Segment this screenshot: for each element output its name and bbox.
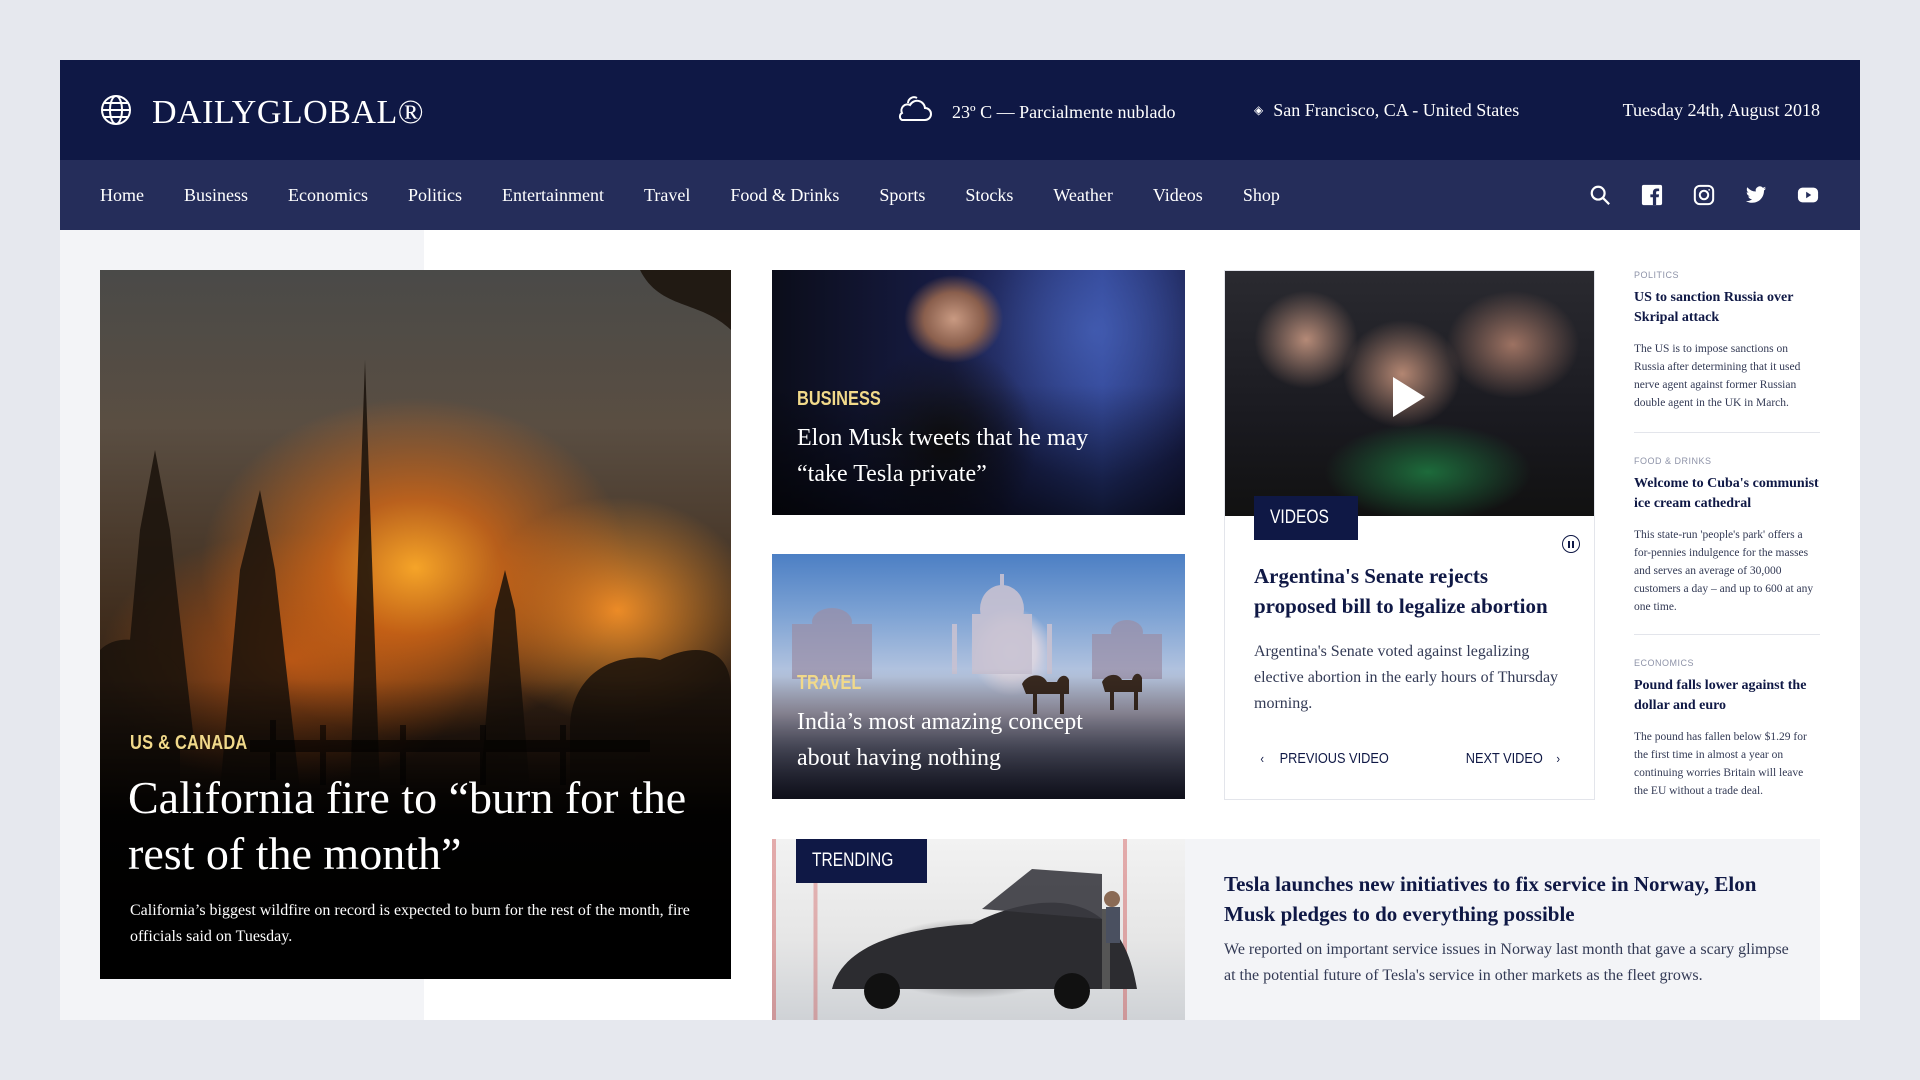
nav-item-business[interactable]: Business (184, 185, 248, 206)
sidebar-category[interactable]: ECONOMICS (1634, 658, 1820, 668)
next-video-button[interactable]: NEXT VIDEO › (1459, 750, 1566, 767)
search-icon[interactable] (1588, 183, 1612, 207)
facebook-icon[interactable] (1640, 183, 1664, 207)
sidebar-title[interactable]: Pound falls lower against the dollar and… (1634, 676, 1820, 716)
trending-badge[interactable]: TRENDING (796, 839, 928, 883)
sidebar-description: The pound has fallen below $1.29 for the… (1634, 731, 1807, 797)
cloud-icon (894, 94, 952, 131)
sidebar-title[interactable]: Welcome to Cuba's communist ice cream ca… (1634, 474, 1820, 514)
business-title[interactable]: Elon Musk tweets that he may “take Tesla… (797, 420, 1137, 492)
top-bar: DAILYGLOBAL® 23º C — Parcialmente nublad… (60, 60, 1860, 160)
travel-title[interactable]: India’s most amazing concept about havin… (797, 704, 1137, 776)
nav-item-home[interactable]: Home (100, 185, 144, 206)
previous-video-button[interactable]: ‹ PREVIOUS VIDEO (1254, 750, 1399, 767)
sidebar-description: This state-run 'people's park' offers a … (1634, 529, 1814, 613)
divider (1634, 432, 1820, 433)
location[interactable]: ◈ San Francisco, CA - United States (1254, 100, 1519, 121)
nav-item-videos[interactable]: Videos (1153, 185, 1203, 206)
video-description: Argentina's Senate voted against legaliz… (1254, 643, 1559, 712)
play-icon[interactable] (1393, 377, 1425, 417)
chevron-left-icon: ‹ (1260, 751, 1265, 766)
videos-badge[interactable]: VIDEOS (1254, 496, 1358, 540)
video-title[interactable]: Argentina's Senate rejects proposed bill… (1254, 561, 1574, 621)
travel-category[interactable]: TRAVEL (797, 672, 861, 695)
video-card: VIDEOS Argentina's Senate rejects propos… (1224, 270, 1595, 800)
youtube-icon[interactable] (1796, 183, 1820, 207)
trending-title[interactable]: Tesla launches new initiatives to fix se… (1224, 869, 1784, 929)
travel-card[interactable]: TRAVEL India’s most amazing concept abou… (772, 554, 1185, 799)
trending-description: We reported on important service issues … (1224, 941, 1789, 984)
chevron-right-icon: › (1555, 751, 1560, 766)
twitter-icon[interactable] (1744, 183, 1768, 207)
business-category[interactable]: BUSINESS (797, 388, 881, 411)
sidebar-category[interactable]: POLITICS (1634, 270, 1820, 280)
weather: 23º C — Parcialmente nublado (894, 94, 1176, 131)
brand[interactable]: DAILYGLOBAL® (100, 94, 424, 131)
nav-icons (1560, 160, 1820, 230)
nav-item-travel[interactable]: Travel (644, 185, 690, 206)
nav-item-entertainment[interactable]: Entertainment (502, 185, 604, 206)
nav-item-politics[interactable]: Politics (408, 185, 462, 206)
nav-item-sports[interactable]: Sports (879, 185, 925, 206)
instagram-icon[interactable] (1692, 183, 1716, 207)
brand-name: DAILYGLOBAL® (152, 93, 425, 131)
sidebar-item[interactable]: FOOD & DRINKS Welcome to Cuba's communis… (1634, 456, 1820, 616)
business-card[interactable]: BUSINESS Elon Musk tweets that he may “t… (772, 270, 1185, 515)
nav-item-stocks[interactable]: Stocks (965, 185, 1013, 206)
globe-icon (100, 94, 132, 131)
sidebar-item[interactable]: ECONOMICS Pound falls lower against the … (1634, 658, 1820, 800)
divider (1634, 634, 1820, 635)
video-thumbnail[interactable] (1225, 271, 1594, 516)
hero-article[interactable]: US & CANADA California fire to “burn for… (100, 270, 731, 979)
nav-menu: Home Business Economics Politics Enterta… (100, 160, 1320, 230)
sidebar-category[interactable]: FOOD & DRINKS (1634, 456, 1820, 466)
hero-title[interactable]: California fire to “burn for the rest of… (128, 770, 708, 882)
nav-item-shop[interactable]: Shop (1243, 185, 1280, 206)
current-date: Tuesday 24th, August 2018 (1622, 100, 1820, 120)
hero-category[interactable]: US & CANADA (130, 732, 248, 755)
nav-bar: Home Business Economics Politics Enterta… (60, 160, 1860, 230)
page-frame: DAILYGLOBAL® 23º C — Parcialmente nublad… (60, 60, 1860, 1020)
location-pin-icon: ◈ (1254, 103, 1264, 117)
sidebar-title[interactable]: US to sanction Russia over Skripal attac… (1634, 288, 1820, 328)
nav-item-food-drinks[interactable]: Food & Drinks (730, 185, 839, 206)
pause-icon[interactable] (1562, 535, 1580, 553)
sidebar-item[interactable]: POLITICS US to sanction Russia over Skri… (1634, 270, 1820, 412)
nav-item-weather[interactable]: Weather (1053, 185, 1113, 206)
location-text: San Francisco, CA - United States (1273, 100, 1520, 120)
hero-description: California’s biggest wildfire on record … (130, 902, 690, 945)
nav-item-economics[interactable]: Economics (288, 185, 368, 206)
sidebar-description: The US is to impose sanctions on Russia … (1634, 343, 1801, 409)
trending-article[interactable]: TRENDING Tesla launches new initiatives … (772, 839, 1820, 1020)
weather-text: 23º C — Parcialmente nublado (952, 102, 1176, 122)
